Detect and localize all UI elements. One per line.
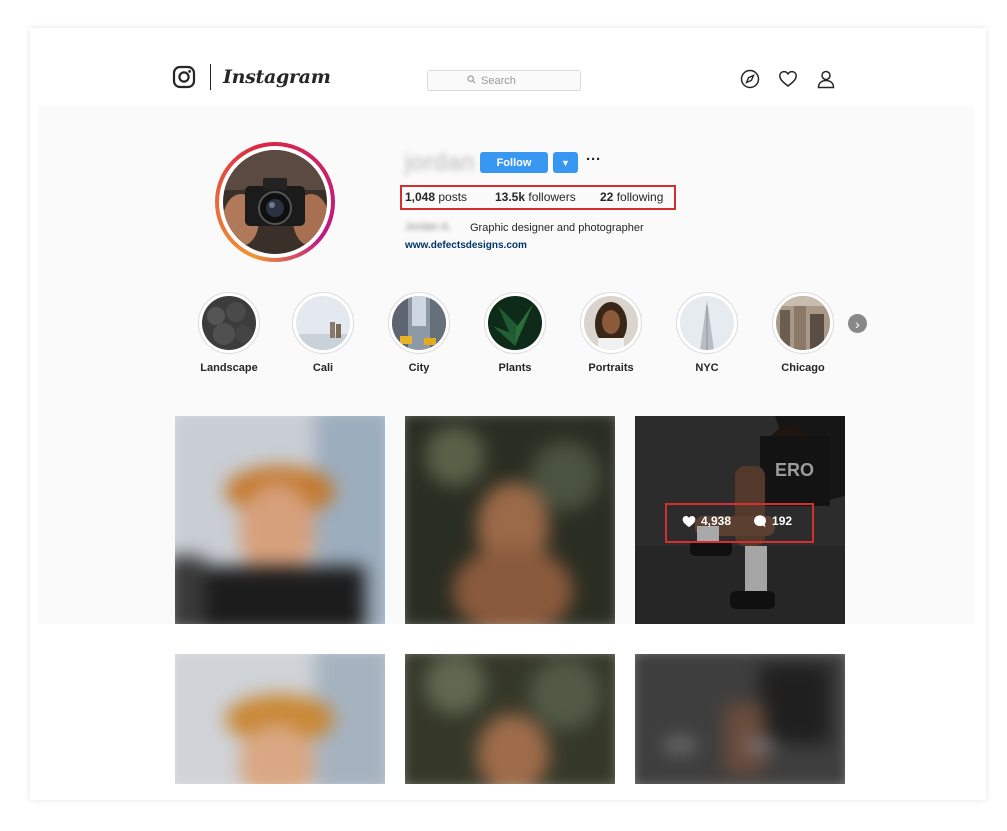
highlight-label: Plants [498,362,532,374]
chevron-right-icon[interactable]: › [848,314,867,333]
post-image-blurred [405,416,615,624]
profile-website-link[interactable]: www.defectsdesigns.com [405,240,527,251]
highlight-landscape[interactable]: Landscape [189,292,269,374]
highlight-thumbnail [296,296,350,350]
highlight-label: City [408,362,430,374]
post-tile[interactable] [175,654,385,784]
follow-button[interactable]: Follow [480,152,548,173]
profile-full-name: Jordan A. [405,221,452,233]
profile-username: jordan [405,149,475,176]
highlight-label: NYC [695,362,719,374]
post-tile[interactable] [175,416,385,624]
profile-bio: Graphic designer and photographer [470,222,644,234]
highlight-label: Landscape [200,362,258,374]
profile-avatar[interactable] [215,142,335,262]
heart-icon[interactable] [778,69,798,89]
highlight-label: Portraits [588,362,634,374]
post-stats-highlight-box [665,503,814,543]
highlight-label: Cali [312,362,334,374]
post-image-blurred [175,416,385,624]
post-tile[interactable] [635,654,845,784]
user-icon[interactable] [816,69,836,89]
compass-icon[interactable] [740,69,760,89]
search-box[interactable] [427,70,581,91]
highlight-nyc[interactable]: NYC [667,292,747,374]
highlight-thumbnail [488,296,542,350]
post-image-blurred [405,654,615,784]
post-tile[interactable] [405,416,615,624]
highlight-thumbnail [392,296,446,350]
search-icon [467,74,476,87]
more-options-icon[interactable]: ··· [586,151,601,168]
highlight-city[interactable]: City [379,292,459,374]
logo-divider [210,64,211,90]
search-input[interactable] [481,74,541,87]
highlight-cali[interactable]: Cali [283,292,363,374]
post-image-blurred [175,654,385,784]
highlight-thumbnail [202,296,256,350]
highlight-chicago[interactable]: Chicago [763,292,843,374]
highlight-plants[interactable]: Plants [475,292,555,374]
suggestions-dropdown-button[interactable]: ▼ [553,152,578,173]
highlight-label: Chicago [781,362,825,374]
post-tile[interactable] [405,654,615,784]
instagram-camera-icon [172,65,196,89]
highlight-portraits[interactable]: Portraits [571,292,651,374]
highlight-thumbnail [680,296,734,350]
stats-highlight-box [400,185,676,210]
highlight-thumbnail [776,296,830,350]
highlight-thumbnail [584,296,638,350]
avatar-photo-camera [223,150,327,254]
post-image-blurred [635,654,845,784]
top-navbar: Instagram [38,48,974,107]
chevron-down-icon: ▼ [561,157,570,168]
instagram-wordmark: Instagram [223,66,331,88]
instagram-logo[interactable]: Instagram [172,64,331,90]
